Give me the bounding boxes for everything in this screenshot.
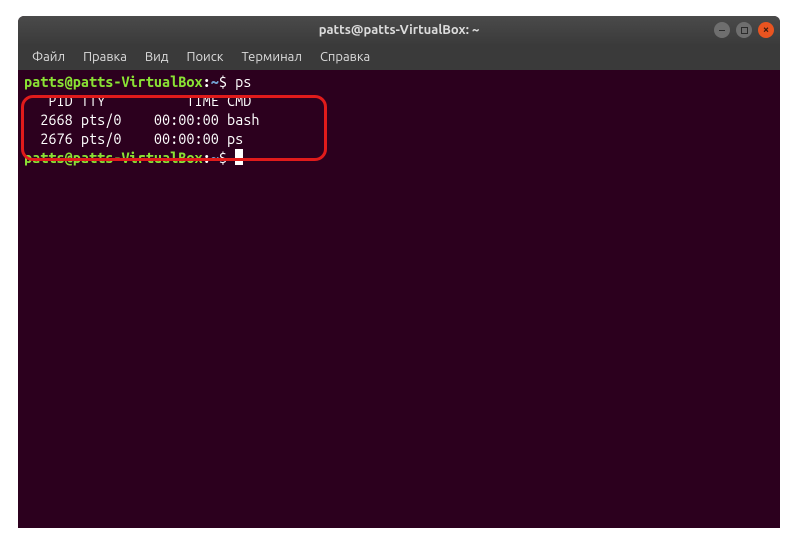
close-icon[interactable] [758, 22, 774, 38]
window-title: patts@patts-VirtualBox: ~ [319, 23, 480, 37]
ps-header-row: PID TTY TIME CMD [24, 91, 774, 110]
prompt-path: ~ [211, 73, 219, 90]
terminal-body[interactable]: patts@patts-VirtualBox:~$ ps PID TTY TIM… [18, 70, 780, 169]
menu-file[interactable]: Файл [24, 47, 73, 67]
command-text: ps [235, 73, 251, 90]
prompt-symbol: $ [219, 73, 227, 90]
terminal-line-prompt-2: patts@patts-VirtualBox:~$ [24, 148, 774, 167]
menu-terminal[interactable]: Терминал [233, 47, 309, 67]
prompt-colon: : [203, 149, 211, 166]
prompt-symbol: $ [219, 149, 227, 166]
menu-edit[interactable]: Правка [75, 47, 135, 67]
menu-help[interactable]: Справка [312, 47, 378, 67]
maximize-icon[interactable] [736, 22, 752, 38]
prompt-colon: : [203, 73, 211, 90]
minimize-icon[interactable] [714, 22, 730, 38]
prompt-path: ~ [211, 149, 219, 166]
terminal-line-prompt-1: patts@patts-VirtualBox:~$ ps [24, 72, 774, 91]
titlebar[interactable]: patts@patts-VirtualBox: ~ [18, 16, 780, 44]
ps-data-row: 2668 pts/0 00:00:00 bash [24, 110, 774, 129]
menubar: Файл Правка Вид Поиск Терминал Справка [18, 44, 780, 70]
window-controls [714, 22, 774, 38]
prompt-user-host: patts@patts-VirtualBox [24, 149, 203, 166]
prompt-user-host: patts@patts-VirtualBox [24, 73, 203, 90]
ps-data-row: 2676 pts/0 00:00:00 ps [24, 129, 774, 148]
menu-view[interactable]: Вид [137, 47, 177, 67]
cursor-icon [235, 149, 243, 165]
menu-search[interactable]: Поиск [178, 47, 231, 67]
terminal-window: patts@patts-VirtualBox: ~ Файл Правка Ви… [18, 16, 780, 528]
